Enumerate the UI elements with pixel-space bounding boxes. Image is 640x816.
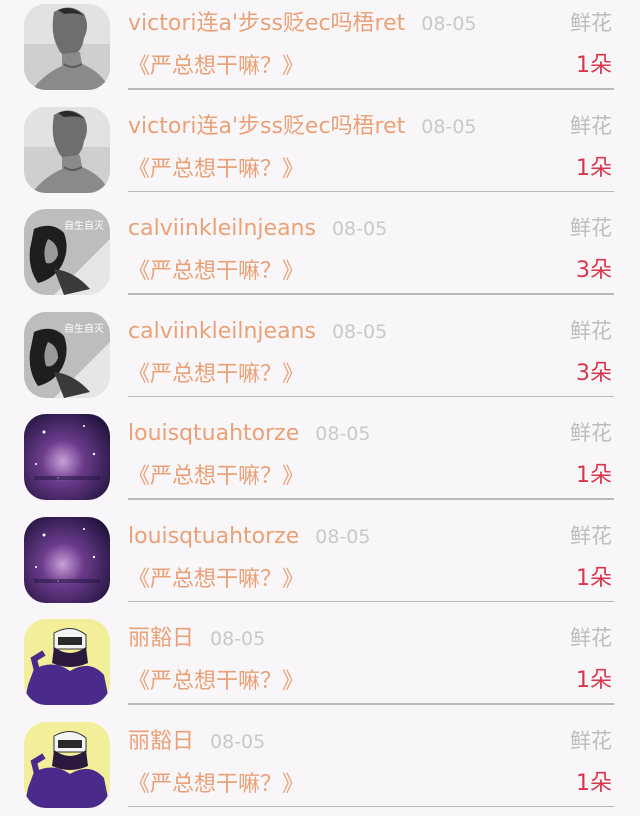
gift-count: 3朵 — [576, 360, 612, 386]
avatar[interactable] — [24, 721, 110, 808]
woman-bw-avatar-icon: 自生自灭 — [24, 209, 110, 295]
book-title[interactable]: 《严总想干嘛？》 — [128, 360, 304, 390]
list-item[interactable]: louisqtuahtorze 08-05 鲜花 《严总想干嘛？》 1朵 — [0, 513, 640, 616]
girl-cap-avatar-icon — [24, 721, 110, 808]
gift-type-label: 鲜花 — [570, 216, 612, 240]
list-item[interactable]: 丽豁日 08-05 鲜花 《严总想干嘛？》 1朵 — [0, 615, 640, 718]
divider — [128, 293, 614, 295]
divider — [128, 805, 614, 807]
date-label: 08-05 — [331, 218, 388, 240]
book-title[interactable]: 《严总想干嘛？》 — [128, 462, 304, 492]
book-title[interactable]: 《严总想干嘛？》 — [128, 565, 304, 595]
gift-type-label: 鲜花 — [570, 626, 612, 650]
user-name[interactable]: victori连a'步ss贬ec吗梧ret — [128, 11, 405, 36]
avatar[interactable]: 自生自灭 — [24, 311, 110, 398]
galaxy-avatar-icon — [24, 516, 110, 603]
date-label: 08-05 — [315, 525, 371, 548]
list-item[interactable]: victori连a'步ss贬ec吗梧ret 08-05 鲜花 《严总想干嘛？》 1… — [0, 0, 640, 103]
svg-text:自生自灭: 自生自灭 — [64, 322, 104, 335]
gift-type-label: 鲜花 — [570, 728, 612, 753]
divider — [128, 88, 614, 90]
book-title[interactable]: 《严总想干嘛？》 — [128, 257, 304, 287]
user-name[interactable]: calviinkleilnjeans — [128, 319, 316, 344]
divider — [128, 498, 614, 500]
gift-count: 1朵 — [576, 53, 612, 78]
user-name[interactable]: victori连a'步ss贬ec吗梧ret — [128, 114, 405, 139]
gift-type-label: 鲜花 — [570, 523, 612, 548]
girl-cap-avatar-icon — [24, 619, 110, 705]
user-name[interactable]: 丽豁日 — [128, 729, 194, 754]
avatar[interactable]: 自生自灭 — [24, 209, 110, 295]
date-label: 08-05 — [421, 13, 477, 35]
man-portrait-avatar-icon — [24, 106, 110, 193]
user-name[interactable]: louisqtuahtorze — [128, 524, 299, 549]
date-label: 08-05 — [421, 115, 477, 138]
user-name[interactable]: calviinkleilnjeans — [128, 216, 316, 241]
gift-count: 1朵 — [576, 770, 612, 796]
gift-count: 1朵 — [576, 155, 612, 181]
divider — [128, 600, 614, 602]
list-item[interactable]: louisqtuahtorze 08-05 鲜花 《严总想干嘛？》 1朵 — [0, 410, 640, 513]
woman-bw-avatar-icon: 自生自灭 — [24, 311, 110, 398]
avatar[interactable] — [24, 106, 110, 193]
list-item[interactable]: victori连a'步ss贬ec吗梧ret 08-05 鲜花 《严总想干嘛？》 1… — [0, 103, 640, 206]
list-item[interactable]: 自生自灭 calviinkleilnjeans 08-05 鲜花 《严总想干嘛？》… — [0, 205, 640, 308]
avatar[interactable] — [24, 619, 110, 705]
book-title[interactable]: 《严总想干嘛？》 — [128, 667, 304, 697]
divider — [128, 703, 614, 705]
divider — [128, 190, 614, 192]
gift-type-label: 鲜花 — [570, 421, 612, 445]
avatar[interactable] — [24, 414, 110, 500]
gift-type-label: 鲜花 — [570, 11, 612, 35]
man-portrait-avatar-icon — [24, 4, 110, 90]
date-label: 08-05 — [210, 628, 266, 650]
gift-count: 1朵 — [576, 565, 612, 591]
list-item[interactable]: 自生自灭 calviinkleilnjeans 08-05 鲜花 《严总想干嘛？》… — [0, 308, 640, 411]
user-name[interactable]: 丽豁日 — [128, 626, 194, 651]
book-title[interactable]: 《严总想干嘛？》 — [128, 155, 304, 185]
date-label: 08-05 — [331, 320, 388, 343]
gift-record-list: victori连a'步ss贬ec吗梧ret 08-05 鲜花 《严总想干嘛？》 1… — [0, 0, 640, 816]
date-label: 08-05 — [315, 423, 371, 445]
gift-type-label: 鲜花 — [570, 318, 612, 343]
avatar[interactable] — [24, 4, 110, 90]
galaxy-avatar-icon — [24, 414, 110, 500]
gift-count: 3朵 — [576, 258, 612, 283]
svg-text:自生自灭: 自生自灭 — [64, 219, 104, 232]
book-title[interactable]: 《严总想干嘛？》 — [128, 52, 304, 82]
gift-count: 1朵 — [576, 463, 612, 488]
divider — [128, 395, 614, 397]
date-label: 08-05 — [210, 730, 266, 753]
avatar[interactable] — [24, 516, 110, 603]
user-name[interactable]: louisqtuahtorze — [128, 421, 299, 446]
book-title[interactable]: 《严总想干嘛？》 — [128, 770, 304, 800]
gift-type-label: 鲜花 — [570, 113, 612, 138]
gift-count: 1朵 — [576, 668, 612, 693]
list-item[interactable]: 丽豁日 08-05 鲜花 《严总想干嘛？》 1朵 — [0, 718, 640, 816]
